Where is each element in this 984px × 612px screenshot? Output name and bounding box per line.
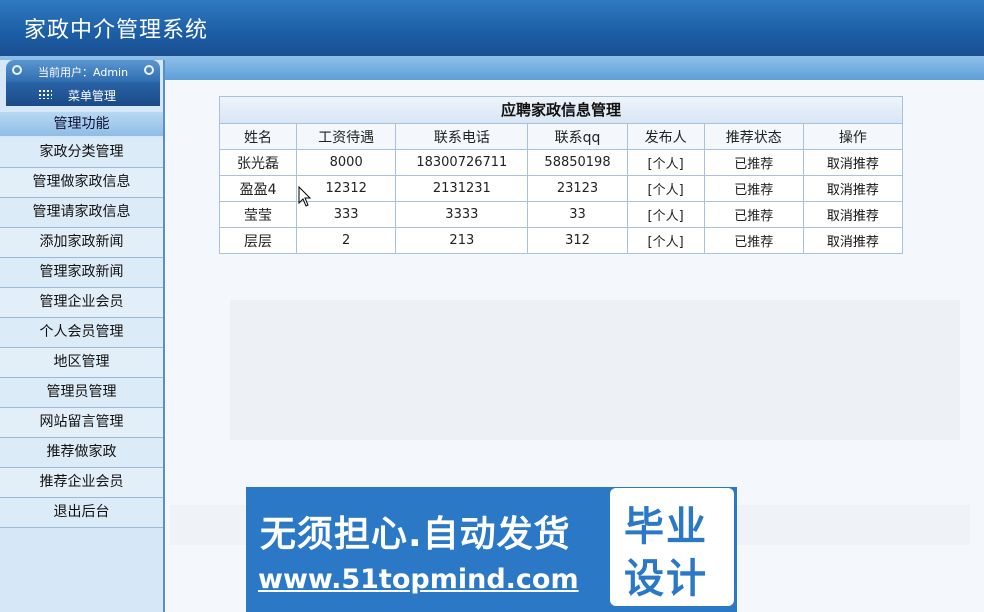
cell-publisher: [个人] (626, 201, 705, 228)
cell-qq: 33 (527, 201, 628, 228)
app-header: 家政中介管理系统 (0, 0, 984, 56)
table-header-row: 姓名 工资待遇 联系电话 联系qq 发布人 推荐状态 操作 (218, 123, 904, 150)
column-header-status: 推荐状态 (703, 123, 804, 150)
cancel-recommend-link[interactable]: 取消推荐 (802, 175, 904, 202)
cell-qq: 23123 (527, 175, 628, 202)
table-row: 莹莹 333 3333 33 [个人] 已推荐 取消推荐 (218, 201, 904, 228)
cell-publisher: [个人] (626, 149, 705, 176)
table-row: 层层 2 213 312 [个人] 已推荐 取消推荐 (218, 227, 904, 254)
cell-status: 已推荐 (703, 227, 804, 254)
cell-phone: 213 (395, 227, 529, 254)
sidebar-item-recommend-worker[interactable]: 推荐做家政 (0, 438, 163, 468)
cancel-recommend-link[interactable]: 取消推荐 (802, 201, 904, 228)
cancel-recommend-link[interactable]: 取消推荐 (802, 149, 904, 176)
current-user-label: 当前用户：Admin (38, 66, 129, 79)
table-row: 盈盈4 12312 2131231 23123 [个人] 已推荐 取消推荐 (218, 175, 904, 202)
cell-publisher: [个人] (626, 227, 705, 254)
job-application-table: 应聘家政信息管理 姓名 工资待遇 联系电话 联系qq 发布人 推荐状态 操作 张… (218, 96, 904, 254)
app-title: 家政中介管理系统 (24, 18, 209, 43)
column-header-salary: 工资待遇 (296, 123, 397, 150)
grid-icon (38, 89, 52, 99)
sidebar-item-recommend-company[interactable]: 推荐企业会员 (0, 468, 163, 498)
cell-status: 已推荐 (703, 201, 804, 228)
promo-banner[interactable]: 无须担心.自动发货 www.51topmind.com 毕业 设计 (246, 487, 737, 612)
column-header-phone: 联系电话 (395, 123, 529, 150)
faded-background-content (230, 300, 960, 440)
badge-line-1: 毕业 (624, 504, 708, 550)
cell-status: 已推荐 (703, 149, 804, 176)
column-header-name: 姓名 (218, 123, 298, 150)
cell-qq: 312 (527, 227, 628, 254)
cell-name: 张光磊 (218, 149, 298, 176)
column-header-publisher: 发布人 (626, 123, 705, 150)
cell-status: 已推荐 (703, 175, 804, 202)
cell-name: 盈盈4 (218, 175, 298, 202)
sidebar: 当前用户：Admin 菜单管理 管理功能 家政分类管理 管理做家政信息 管理请家… (0, 60, 165, 612)
column-header-action: 操作 (802, 123, 904, 150)
sidebar-item-company-members[interactable]: 管理企业会员 (0, 288, 163, 318)
sidebar-item-manage-employer-info[interactable]: 管理请家政信息 (0, 198, 163, 228)
sidebar-item-admins[interactable]: 管理员管理 (0, 378, 163, 408)
menu-management-label: 菜单管理 (68, 89, 117, 103)
sidebar-item-add-news[interactable]: 添加家政新闻 (0, 228, 163, 258)
table-title: 应聘家政信息管理 (219, 96, 903, 123)
banner-badge: 毕业 设计 (610, 488, 734, 606)
user-bar-left-knob-icon (12, 65, 22, 75)
sidebar-item-category[interactable]: 家政分类管理 (0, 138, 163, 168)
table-row: 张光磊 8000 18300726711 58850198 [个人] 已推荐 取… (218, 149, 904, 176)
sidebar-section-title: 管理功能 (0, 112, 163, 136)
cell-name: 莹莹 (218, 201, 298, 228)
sidebar-item-manage-news[interactable]: 管理家政新闻 (0, 258, 163, 288)
cell-qq: 58850198 (527, 149, 628, 176)
current-user-bar: 当前用户：Admin (6, 60, 160, 82)
sidebar-item-personal-members[interactable]: 个人会员管理 (0, 318, 163, 348)
cell-publisher: [个人] (626, 175, 705, 202)
column-header-qq: 联系qq (527, 123, 628, 150)
sidebar-nav: 家政分类管理 管理做家政信息 管理请家政信息 添加家政新闻 管理家政新闻 管理企… (0, 138, 163, 528)
cell-phone: 18300726711 (395, 149, 529, 176)
menu-management-button[interactable]: 菜单管理 (6, 82, 160, 106)
sidebar-item-messages[interactable]: 网站留言管理 (0, 408, 163, 438)
cell-salary: 2 (296, 227, 397, 254)
cell-phone: 3333 (395, 201, 529, 228)
mouse-pointer-icon (298, 186, 312, 207)
sidebar-item-region[interactable]: 地区管理 (0, 348, 163, 378)
banner-slogan: 无须担心.自动发货 (260, 514, 571, 555)
banner-url[interactable]: www.51topmind.com (258, 564, 579, 595)
user-bar-right-knob-icon (144, 65, 154, 75)
cell-phone: 2131231 (395, 175, 529, 202)
sidebar-item-logout[interactable]: 退出后台 (0, 498, 163, 528)
cancel-recommend-link[interactable]: 取消推荐 (802, 227, 904, 254)
cell-salary: 8000 (296, 149, 397, 176)
badge-line-2: 设计 (624, 556, 708, 602)
cell-name: 层层 (218, 227, 298, 254)
sidebar-item-manage-worker-info[interactable]: 管理做家政信息 (0, 168, 163, 198)
